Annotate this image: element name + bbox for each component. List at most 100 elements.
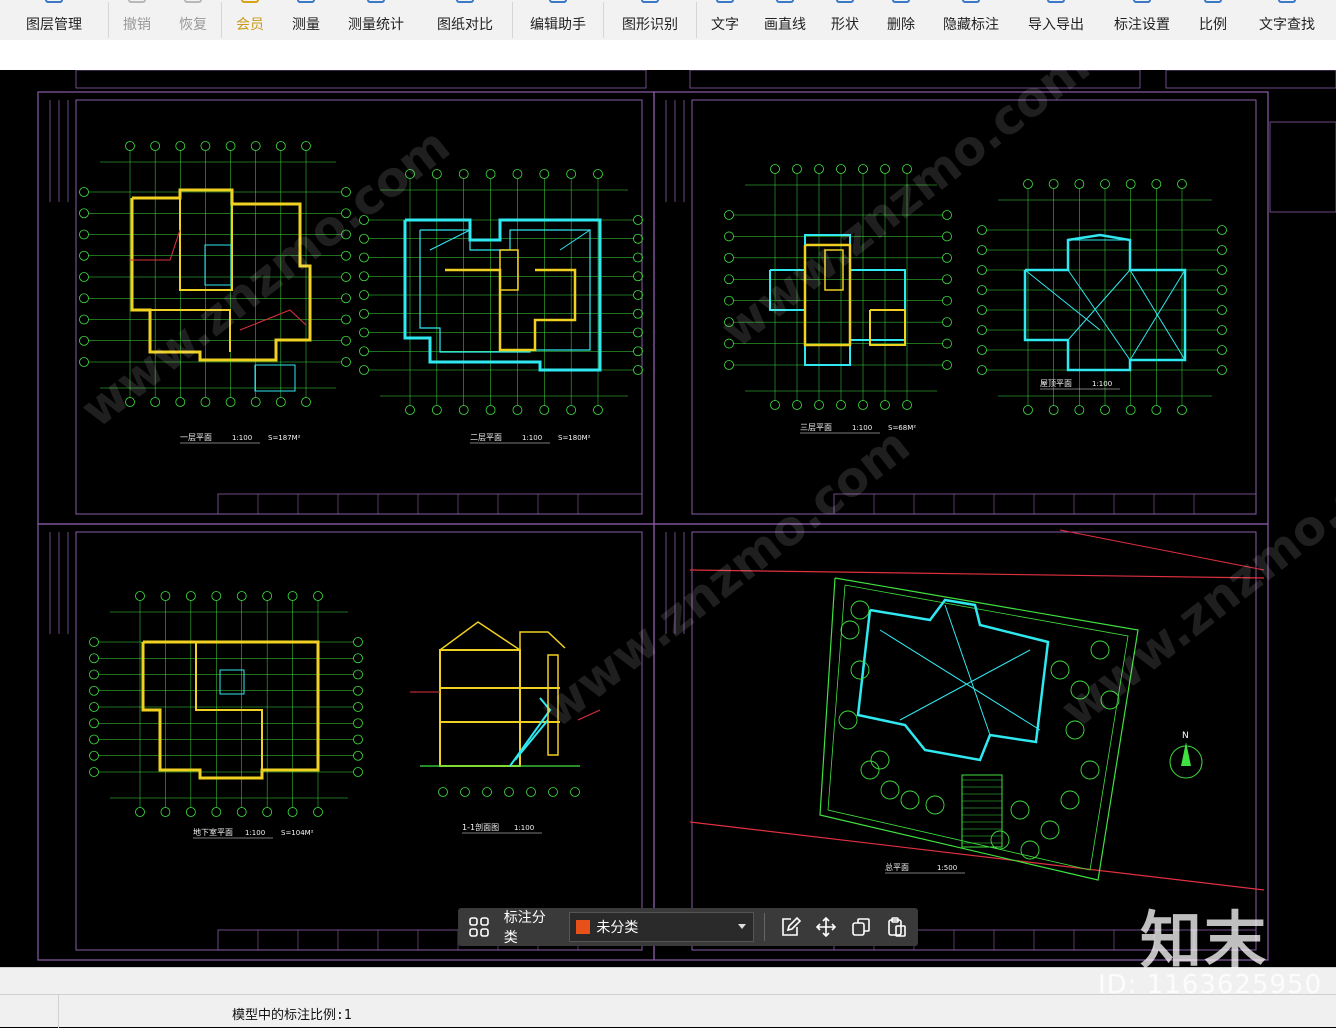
- toolbar-button-label: 删除: [887, 17, 915, 33]
- site-tree: [838, 710, 858, 730]
- plan-5-axis-bubble: [89, 653, 99, 664]
- plan-1-axis-bubble: [79, 187, 89, 197]
- plan-2-axis-bubble: [359, 252, 369, 263]
- plan-3-axis-bubble: [792, 400, 802, 410]
- toolbar-button-label: 形状: [831, 17, 859, 33]
- paste-icon[interactable]: [882, 912, 912, 942]
- plan-3-axis-bubble: [792, 164, 802, 174]
- plan-3-axis-bubble: [814, 164, 824, 174]
- sheet-frame-2: [37, 523, 655, 961]
- adjacent-sheet-frame: [1269, 121, 1336, 213]
- toolbar-button-8[interactable]: 图形识别: [604, 0, 696, 40]
- plan-4-axis-bubble: [977, 245, 987, 255]
- text-icon: [714, 0, 736, 6]
- float-bar-divider: [763, 913, 765, 941]
- annotation-scale-status: 模型中的标注比例:1: [232, 1008, 352, 1023]
- plan-4-axis-bubble: [977, 365, 987, 375]
- category-selected-value: 未分类: [596, 920, 639, 936]
- plan-3-axis-bubble: [902, 400, 912, 410]
- plan-3-axis-bubble: [858, 400, 868, 410]
- plan-2-axis-bubble: [593, 169, 603, 179]
- toolbar-button-14[interactable]: 导入导出: [1013, 0, 1099, 40]
- toolbar-button-0[interactable]: 图层管理: [0, 0, 108, 40]
- toolbar-button-label: 图纸对比: [437, 17, 493, 33]
- sheet-area-4: S=104M²: [281, 829, 314, 837]
- toolbar-button-label: 会员: [236, 17, 264, 33]
- plan-4-axis-bubble: [977, 265, 987, 275]
- move-icon[interactable]: [811, 912, 841, 942]
- site-tree: [925, 795, 945, 815]
- plan-1-axis-bubble: [275, 141, 286, 151]
- site-tree: [840, 620, 860, 640]
- plan-3-axis-bubble: [858, 164, 868, 174]
- plan-2-axis-bubble: [512, 169, 523, 179]
- toolbar-button-10[interactable]: 画直线: [753, 0, 817, 40]
- chevron-down-icon: [737, 924, 746, 929]
- grid-menu-icon[interactable]: [464, 912, 494, 942]
- plan-5-axis-bubble: [89, 669, 99, 680]
- plan-2-roof-ridge: [559, 229, 591, 251]
- layers-icon: [43, 0, 65, 6]
- plan-1-axis-bubble: [200, 397, 211, 407]
- top-title-block-left: [75, 70, 647, 89]
- plan-5-axis-bubble: [287, 807, 298, 817]
- toolbar-button-label: 测量统计: [348, 17, 404, 33]
- section-axis-bubble: [438, 787, 448, 797]
- toolbar-button-label: 导入导出: [1028, 17, 1084, 33]
- toolbar-button-6[interactable]: 图纸对比: [418, 0, 512, 40]
- plan-5-axis-bubble: [89, 637, 99, 647]
- plan-2-eave-line: [419, 229, 591, 353]
- plan-3-axis-bubble: [880, 400, 890, 410]
- toolbar-button-3[interactable]: 会员: [222, 0, 278, 40]
- measure-stats-icon: [365, 0, 387, 6]
- drawing-canvas[interactable]: N 一层平面 1:100 S=187M² 二层平面 1:100 S=180M² 三层平面 1:1…: [0, 70, 1336, 967]
- site-tree: [870, 750, 890, 770]
- cad-drawing[interactable]: N 一层平面 1:100 S=187M² 二层平面 1:100 S=180M² 三层平面 1:1…: [0, 70, 1336, 967]
- annotation-settings-icon: [1131, 0, 1153, 6]
- toolbar-button-label: 编辑助手: [530, 17, 586, 33]
- plan-2-axis-bubble: [566, 405, 577, 415]
- plan-1-axis-bubble: [341, 357, 351, 367]
- plan-4-axis-bubble: [1177, 405, 1187, 415]
- delete-icon: [890, 0, 912, 6]
- plan-2-axis-bubble: [633, 365, 643, 375]
- toolbar-button-12[interactable]: 删除: [873, 0, 929, 40]
- toolbar-button-11[interactable]: 形状: [817, 0, 873, 40]
- plan-5-axis-bubble: [353, 734, 363, 745]
- annotation-category-select[interactable]: 未分类: [569, 912, 754, 942]
- main-toolbar: 图层管理 撤销 恢复 会员 测量 测量统计 图纸对比 编辑助手 图形识别 文字 画直线 形状 删除 隐藏标…: [0, 0, 1336, 40]
- edit-icon[interactable]: [775, 912, 805, 942]
- plan-3-axis-bubble: [836, 164, 846, 174]
- plan-2-axis-bubble: [633, 290, 643, 300]
- plan-2-stair: [499, 249, 519, 291]
- toolbar-button-16[interactable]: 比例: [1185, 0, 1241, 40]
- compare-icon: [454, 0, 476, 6]
- north-arrow-label: N: [1182, 731, 1189, 741]
- site-tree: [860, 760, 880, 780]
- toolbar-button-2[interactable]: 恢复: [165, 0, 221, 40]
- plan-5-axis-bubble: [89, 734, 99, 745]
- section-axis-bubble: [570, 787, 580, 797]
- toolbar-button-7[interactable]: 编辑助手: [513, 0, 603, 40]
- toolbar-button-5[interactable]: 测量统计: [334, 0, 418, 40]
- plan-3-axis-bubble: [942, 231, 952, 242]
- plan-3-axis-bubble: [942, 210, 952, 220]
- toolbar-button-15[interactable]: 标注设置: [1099, 0, 1185, 40]
- toolbar-button-9[interactable]: 文字: [697, 0, 753, 40]
- plan-5-axis-bubble: [89, 702, 99, 712]
- toolbar-button-label: 图形识别: [622, 17, 678, 33]
- copy-icon[interactable]: [846, 912, 876, 942]
- toolbar-button-4[interactable]: 测量: [278, 0, 334, 40]
- plan-2-axis-bubble: [458, 169, 469, 179]
- plan-4-axis-bubble: [977, 325, 987, 335]
- toolbar-button-1[interactable]: 撤销: [109, 0, 165, 40]
- toolbar-button-13[interactable]: 隐藏标注: [929, 0, 1013, 40]
- plan-3-axis-bubble: [724, 252, 734, 263]
- toolbar-button-label: 恢复: [179, 17, 207, 33]
- plan-5-axis-bubble: [262, 807, 273, 817]
- toolbar-button-17[interactable]: 文字查找: [1241, 0, 1333, 40]
- title-block-0: [217, 493, 643, 515]
- plan-5-axis-bubble: [313, 807, 323, 817]
- shape-recognize-icon: [639, 0, 661, 6]
- plan-4-axis-bubble: [977, 225, 987, 235]
